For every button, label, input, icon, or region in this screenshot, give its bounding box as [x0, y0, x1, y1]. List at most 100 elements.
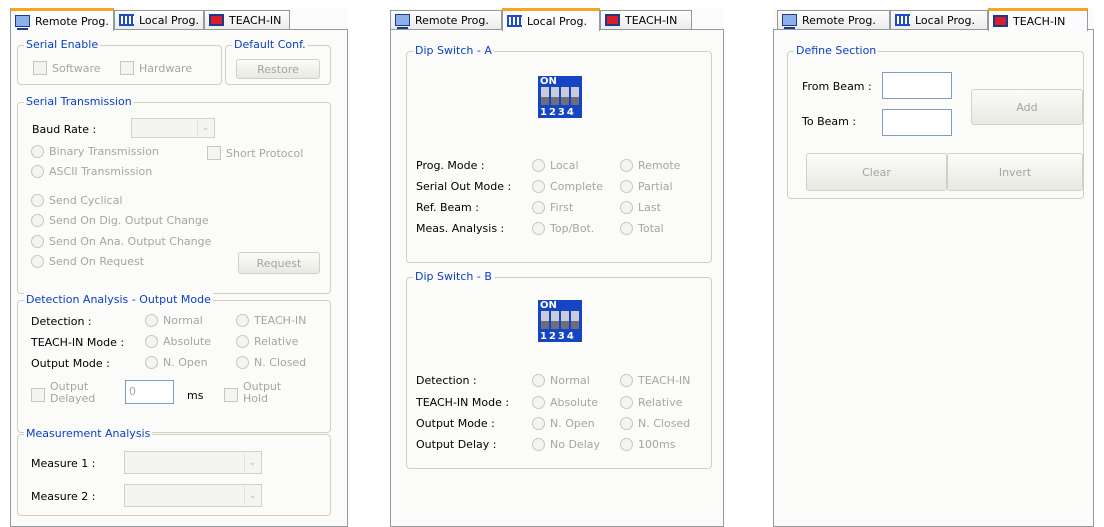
tab-label: Local Prog.	[915, 13, 975, 27]
first-radio[interactable]: First	[532, 201, 573, 214]
to-beam-input[interactable]	[882, 109, 952, 136]
radio-label: Partial	[638, 180, 673, 193]
tab-content: Serial Enable Software Hardware Default …	[10, 29, 348, 527]
tab-local-prog[interactable]: Local Prog.	[114, 10, 204, 29]
last-radio[interactable]: Last	[620, 201, 661, 214]
relative-radio[interactable]: Relative	[620, 396, 682, 409]
dip-on-label: ON	[540, 76, 557, 87]
add-button[interactable]: Add	[971, 89, 1083, 125]
hardware-checkbox[interactable]: Hardware	[120, 61, 192, 75]
detection-analysis-group: Detection Analysis - Output Mode Detecti…	[17, 293, 331, 433]
send-dig-output-change-radio[interactable]: Send On Dig. Output Change	[31, 214, 209, 227]
radio-label: Absolute	[550, 396, 599, 409]
dip-switch-icon	[119, 14, 134, 26]
checkbox-box	[33, 61, 47, 75]
output-delayed-checkbox[interactable]: Output Delayed	[31, 381, 95, 405]
normal-radio[interactable]: Normal	[532, 374, 590, 387]
button-label: Request	[256, 256, 302, 270]
dip-switch-b-image: ON 1234	[538, 300, 582, 342]
radio-label: Send Cyclical	[49, 194, 123, 207]
n-open-radio[interactable]: N. Open	[532, 417, 595, 430]
100ms-radio[interactable]: 100ms	[620, 438, 675, 451]
send-cyclical-radio[interactable]: Send Cyclical	[31, 194, 122, 207]
radio-label: No Delay	[550, 438, 600, 451]
group-title: Define Section	[794, 44, 879, 57]
dip-switch-b-group: Dip Switch - B ON 1234 Detection : Norma…	[406, 270, 712, 469]
restore-button[interactable]: Restore	[236, 59, 320, 79]
tab-local-prog[interactable]: Local Prog.	[890, 10, 988, 29]
delay-input[interactable]: 0	[125, 380, 174, 404]
tab-local-prog[interactable]: Local Prog.	[502, 8, 600, 31]
invert-button[interactable]: Invert	[947, 153, 1083, 191]
no-delay-radio[interactable]: No Delay	[532, 438, 600, 451]
radio-label: Normal	[163, 314, 203, 327]
complete-radio[interactable]: Complete	[532, 180, 603, 193]
tab-remote-prog[interactable]: Remote Prog.	[390, 10, 502, 29]
tab-remote-prog[interactable]: Remote Prog.	[777, 10, 890, 29]
serial-transmission-group: Serial Transmission Baud Rate : ⌄ Binary…	[17, 95, 331, 294]
measure-2-select[interactable]: ⌄	[124, 484, 262, 507]
teach-in-mode-label: TEACH-IN Mode :	[416, 396, 510, 409]
send-ana-output-change-radio[interactable]: Send On Ana. Output Change	[31, 235, 211, 248]
teach-icon	[993, 15, 1008, 27]
top-bot-radio[interactable]: Top/Bot.	[532, 222, 594, 235]
n-closed-radio[interactable]: N. Closed	[620, 417, 690, 430]
ascii-transmission-radio[interactable]: ASCII Transmission	[31, 165, 152, 178]
short-protocol-checkbox[interactable]: Short Protocol	[207, 146, 303, 160]
group-title: Dip Switch - A	[413, 44, 494, 57]
tab-content: Define Section From Beam : To Beam : Add…	[773, 29, 1094, 527]
n-open-radio[interactable]: N. Open	[145, 356, 208, 369]
tab-teach-in[interactable]: TEACH-IN	[204, 10, 290, 29]
clear-button[interactable]: Clear	[806, 153, 947, 191]
group-title: Serial Transmission	[24, 95, 134, 108]
radio-label: Top/Bot.	[550, 222, 595, 235]
tab-label: TEACH-IN	[625, 13, 678, 27]
from-beam-input[interactable]	[882, 72, 952, 99]
tab-label: Local Prog.	[527, 14, 587, 28]
request-button[interactable]: Request	[238, 252, 320, 274]
detection-label: Detection :	[31, 315, 92, 328]
output-hold-checkbox[interactable]: Output Hold	[224, 381, 281, 405]
dip-toggle	[561, 311, 569, 329]
absolute-radio[interactable]: Absolute	[145, 335, 211, 348]
total-radio[interactable]: Total	[620, 222, 664, 235]
radio-label: Complete	[550, 180, 604, 193]
computer-icon	[15, 15, 30, 30]
radio-label: Total	[638, 222, 664, 235]
serial-enable-group: Serial Enable Software Hardware	[17, 38, 222, 85]
software-checkbox[interactable]: Software	[33, 61, 101, 75]
radio-label: TEACH-IN	[638, 374, 691, 387]
binary-transmission-radio[interactable]: Binary Transmission	[31, 145, 159, 158]
chevron-down-icon: ⌄	[244, 453, 260, 472]
remote-radio[interactable]: Remote	[620, 159, 680, 172]
send-on-request-radio[interactable]: Send On Request	[31, 255, 144, 268]
partial-radio[interactable]: Partial	[620, 180, 673, 193]
tab-teach-in[interactable]: TEACH-IN	[988, 8, 1088, 31]
group-title: Default Conf.	[232, 38, 308, 51]
dip-toggle	[541, 311, 549, 329]
label-line: Delayed	[50, 392, 96, 405]
tab-label: Remote Prog.	[802, 13, 876, 27]
absolute-radio[interactable]: Absolute	[532, 396, 598, 409]
baud-rate-select[interactable]: ⌄	[131, 118, 215, 138]
group-title: Dip Switch - B	[413, 270, 494, 283]
tab-label: Local Prog.	[139, 13, 199, 27]
teach-in-radio[interactable]: TEACH-IN	[236, 314, 306, 327]
output-delay-label: Output Delay :	[416, 438, 497, 451]
n-closed-radio[interactable]: N. Closed	[236, 356, 306, 369]
tab-teach-in[interactable]: TEACH-IN	[600, 10, 692, 29]
measurement-analysis-group: Measurement Analysis Measure 1 : ⌄ Measu…	[17, 427, 331, 516]
ms-unit-label: ms	[187, 389, 204, 402]
tab-remote-prog[interactable]: Remote Prog.	[10, 8, 114, 31]
teach-in-radio[interactable]: TEACH-IN	[620, 374, 690, 387]
measure-1-label: Measure 1 :	[31, 457, 96, 470]
normal-radio[interactable]: Normal	[145, 314, 203, 327]
default-conf-group: Default Conf. Restore	[225, 38, 331, 85]
checkbox-label: Hardware	[139, 61, 193, 75]
group-title: Detection Analysis - Output Mode	[24, 293, 213, 306]
radio-label: ASCII Transmission	[49, 165, 153, 178]
checkbox-box	[207, 146, 221, 160]
relative-radio[interactable]: Relative	[236, 335, 298, 348]
local-radio[interactable]: Local	[532, 159, 579, 172]
measure-1-select[interactable]: ⌄	[124, 451, 262, 474]
